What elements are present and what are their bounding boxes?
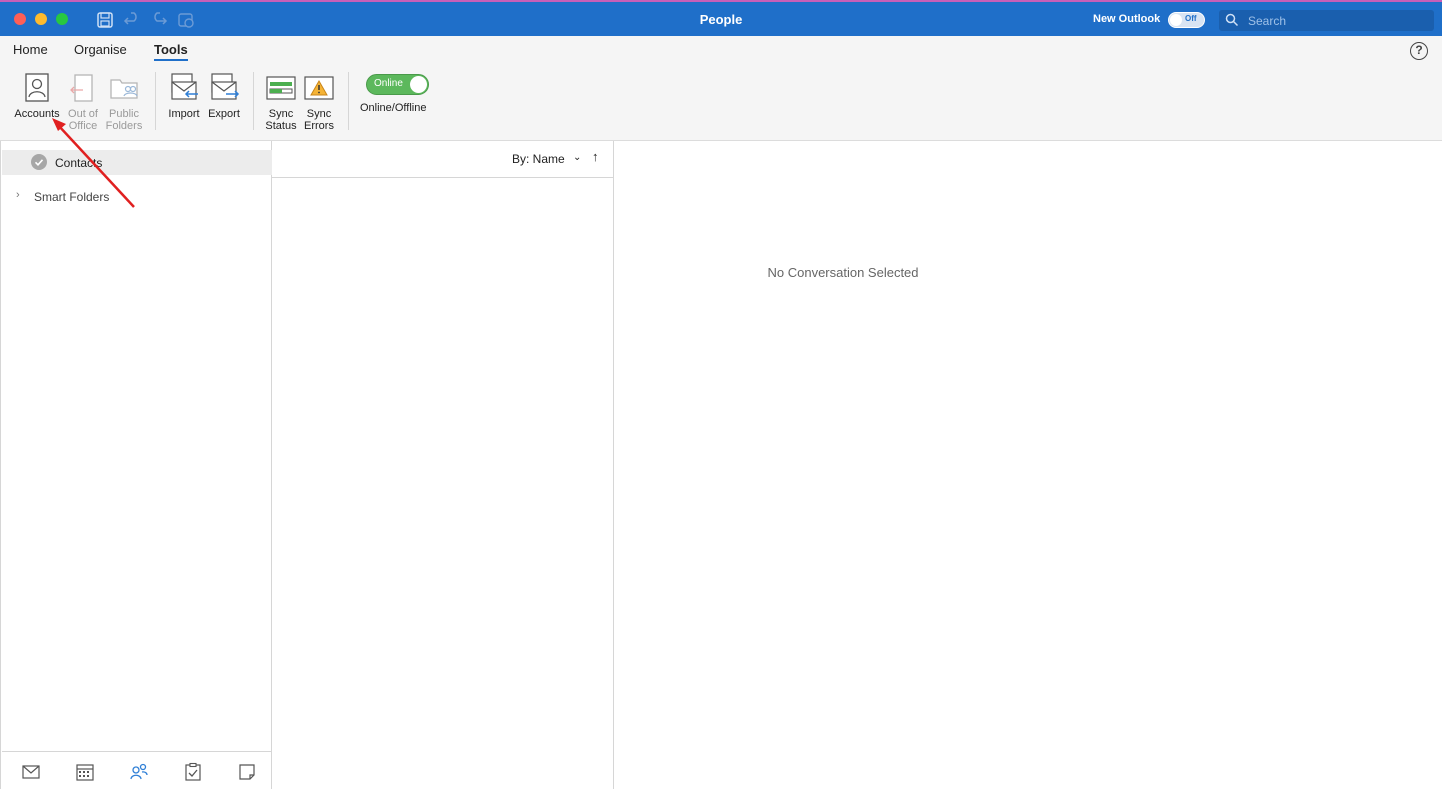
people-icon[interactable] bbox=[129, 762, 149, 782]
ribbon-separator bbox=[348, 72, 349, 130]
calendar-icon[interactable] bbox=[75, 762, 95, 782]
export-icon bbox=[208, 72, 240, 104]
sort-direction-icon[interactable]: ↑ bbox=[592, 149, 599, 164]
new-outlook-label: New Outlook bbox=[1093, 13, 1161, 25]
accounts-icon bbox=[21, 72, 53, 104]
export-label: Export bbox=[208, 108, 240, 120]
tasks-icon[interactable] bbox=[183, 762, 203, 782]
tab-tools[interactable]: Tools bbox=[154, 42, 188, 57]
online-offline-caption: Online/Offline bbox=[360, 102, 427, 114]
public-folders-button[interactable]: Public Folders bbox=[102, 72, 146, 132]
tab-organise[interactable]: Organise bbox=[74, 42, 127, 57]
import-label: Import bbox=[168, 108, 200, 120]
toggle-knob bbox=[1170, 14, 1182, 26]
out-of-office-button[interactable]: Out of Office bbox=[62, 72, 104, 132]
mail-icon[interactable] bbox=[21, 762, 41, 782]
sync-errors-label-1: Sync bbox=[306, 108, 332, 120]
sync-status-icon bbox=[265, 72, 297, 104]
public-folders-label-1: Public bbox=[109, 108, 139, 120]
title-bar: People New Outlook Off Search bbox=[0, 0, 1442, 36]
sync-errors-label-2: Errors bbox=[304, 120, 334, 132]
import-button[interactable]: Import bbox=[164, 72, 204, 120]
search-placeholder: Search bbox=[1248, 14, 1287, 28]
sync-status-button[interactable]: Sync Status bbox=[262, 72, 300, 132]
new-outlook-toggle[interactable]: Off bbox=[1168, 12, 1205, 28]
public-folders-icon bbox=[108, 72, 140, 104]
accounts-button[interactable]: Accounts bbox=[10, 72, 64, 120]
export-button[interactable]: Export bbox=[204, 72, 244, 120]
folder-pane: Contacts › Smart Folders bbox=[0, 141, 272, 789]
ribbon-separator bbox=[155, 72, 156, 130]
help-button[interactable]: ? bbox=[1410, 42, 1428, 60]
sync-status-label-1: Sync bbox=[268, 108, 294, 120]
module-switcher bbox=[2, 751, 272, 789]
check-circle-icon bbox=[31, 154, 47, 170]
folder-item-smart-folders[interactable]: › Smart Folders bbox=[2, 185, 272, 207]
out-of-office-icon bbox=[67, 72, 99, 104]
sync-status-label-2: Status bbox=[265, 120, 297, 132]
online-offline-toggle[interactable]: Online bbox=[366, 74, 429, 95]
out-of-office-label-2: Office bbox=[68, 120, 98, 132]
contact-list-pane: By: Name ⌄ ↑ bbox=[272, 141, 614, 789]
search-input[interactable]: Search bbox=[1219, 10, 1434, 31]
smart-folders-label: Smart Folders bbox=[34, 190, 110, 204]
chevron-right-icon[interactable]: › bbox=[16, 189, 20, 201]
sync-errors-icon bbox=[303, 72, 335, 104]
sort-by-dropdown[interactable]: By: Name bbox=[512, 152, 565, 166]
empty-state-message: No Conversation Selected bbox=[767, 265, 919, 280]
sync-errors-button[interactable]: Sync Errors bbox=[300, 72, 338, 132]
online-toggle-label: Online bbox=[374, 78, 403, 89]
toggle-state-label: Off bbox=[1185, 14, 1197, 23]
public-folders-label-2: Folders bbox=[105, 120, 143, 132]
tab-home[interactable]: Home bbox=[13, 42, 48, 57]
notes-icon[interactable] bbox=[237, 762, 257, 782]
ribbon-separator bbox=[253, 72, 254, 130]
reading-pane: No Conversation Selected bbox=[614, 141, 1442, 789]
sort-bar: By: Name ⌄ ↑ bbox=[272, 141, 613, 178]
import-icon bbox=[168, 72, 200, 104]
active-tab-indicator bbox=[154, 59, 188, 61]
chevron-down-icon[interactable]: ⌄ bbox=[573, 152, 581, 163]
contacts-label: Contacts bbox=[55, 156, 103, 170]
toggle-knob bbox=[410, 76, 427, 93]
accounts-label: Accounts bbox=[14, 108, 60, 120]
folder-item-contacts[interactable]: Contacts bbox=[2, 150, 272, 175]
ribbon: Home Organise Tools ? Accounts Out of Of… bbox=[0, 36, 1442, 141]
out-of-office-label-1: Out of bbox=[68, 108, 98, 120]
search-icon bbox=[1225, 13, 1239, 27]
